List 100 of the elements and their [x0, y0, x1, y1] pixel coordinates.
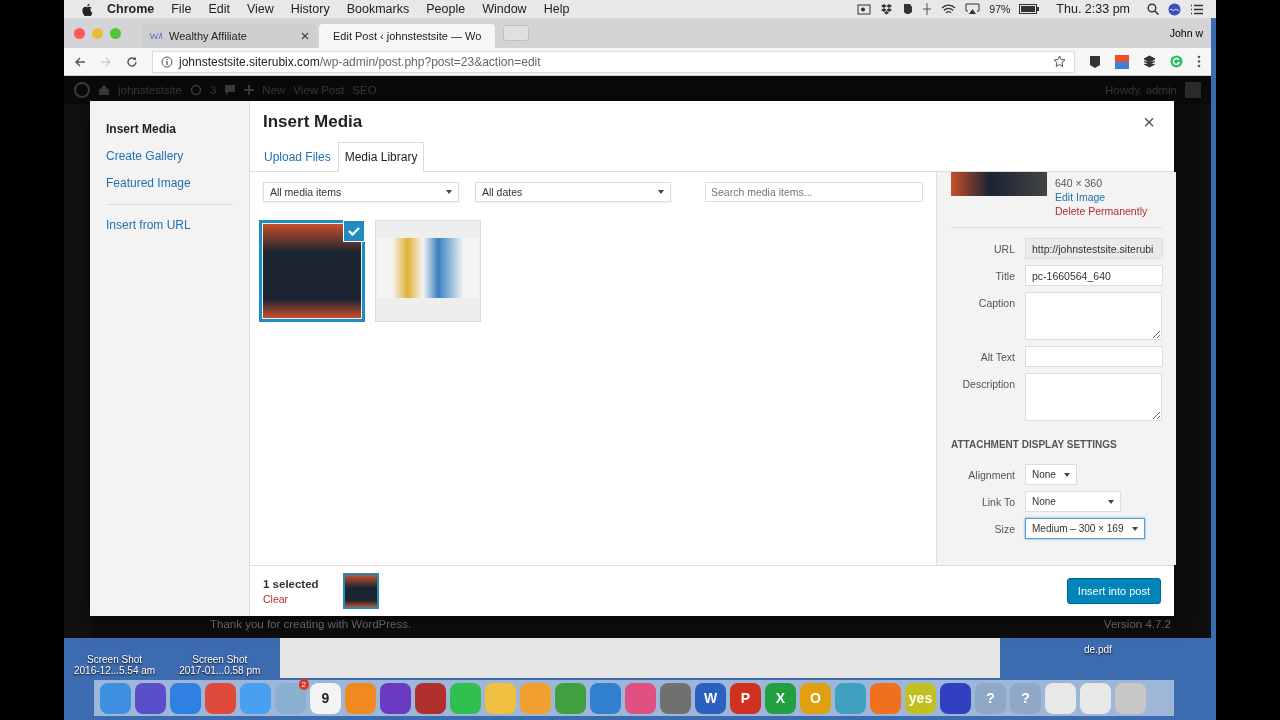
url-field[interactable]: http://johnstestsite.siterubi	[1025, 238, 1163, 259]
app-icon[interactable]	[135, 682, 166, 714]
airplay-icon[interactable]	[965, 3, 981, 15]
desktop-file-name[interactable]: Screen Shot	[192, 654, 248, 665]
clock[interactable]: Thu. 2:33 pm	[1056, 2, 1130, 16]
selected-thumbnail[interactable]	[342, 573, 379, 609]
app-icon[interactable]: P	[730, 682, 761, 714]
clear-link[interactable]: Clear	[263, 592, 319, 605]
app-icon[interactable]	[205, 682, 236, 714]
app-icon[interactable]	[590, 682, 621, 714]
setting-dropdown[interactable]: None	[1025, 491, 1121, 512]
reload-icon[interactable]	[126, 55, 138, 68]
filter-dropdown[interactable]: All dates	[475, 182, 671, 202]
new-tab-button[interactable]	[503, 25, 529, 41]
app-icon[interactable]	[940, 682, 971, 714]
battery-icon[interactable]	[1019, 4, 1040, 14]
extension-icon[interactable]	[1089, 54, 1101, 69]
back-icon[interactable]	[74, 55, 86, 68]
field-label: Alignment	[967, 468, 1015, 481]
app-icon[interactable]: W	[695, 682, 726, 714]
close-window-button[interactable]	[74, 27, 85, 39]
media-tab[interactable]: Upload Files	[257, 142, 338, 171]
list-icon[interactable]	[1190, 3, 1204, 15]
home-icon	[98, 84, 110, 96]
menu-item[interactable]: History	[290, 2, 330, 16]
refresh-icon	[189, 84, 202, 96]
address-bar[interactable]: johnstestsite.siterubix.com/wp-admin/post.php?post=23&action=edit	[152, 50, 1075, 73]
menu-item[interactable]: View	[246, 2, 274, 16]
desktop-file-detail[interactable]: 2017-01...0.58 pm	[179, 665, 261, 676]
field-label: Caption	[977, 296, 1015, 309]
section-heading: ATTACHMENT DISPLAY SETTINGS	[951, 439, 1118, 450]
siri-icon[interactable]	[1168, 2, 1181, 16]
profile-name[interactable]: John w	[1169, 27, 1203, 39]
image-dimensions: 640 × 360	[1055, 177, 1103, 189]
bookmark-star-icon[interactable]	[1053, 55, 1066, 68]
media-thumbnail[interactable]	[375, 220, 481, 322]
apple-logo-icon[interactable]	[82, 2, 93, 16]
app-icon[interactable]	[625, 682, 656, 714]
menu-item[interactable]: Bookmarks	[346, 2, 410, 16]
app-icon[interactable]: 2	[275, 682, 306, 714]
plus-icon	[244, 85, 255, 95]
media-tab[interactable]: Media Library	[337, 142, 425, 172]
close-button[interactable]: ×	[1137, 110, 1161, 134]
more-vertical-icon[interactable]	[1197, 55, 1201, 68]
media-menu-item[interactable]: Insert Media	[106, 115, 233, 142]
close-icon[interactable]	[301, 32, 309, 40]
app-icon[interactable]: 9	[310, 682, 341, 714]
app-icon[interactable]	[380, 682, 411, 714]
browser-tab[interactable]: Wealthy Affiliate	[141, 24, 317, 48]
app-icon[interactable]	[660, 682, 691, 714]
app-icon[interactable]	[1045, 682, 1076, 714]
setting-dropdown[interactable]: None	[1025, 464, 1077, 485]
selection-count: 1 selected	[263, 577, 319, 590]
setting-dropdown[interactable]: Medium – 300 × 169	[1025, 518, 1145, 539]
battery-percent: 97%	[989, 3, 1011, 15]
checkmark-icon[interactable]	[343, 220, 365, 242]
menu-item[interactable]: People	[426, 2, 466, 16]
filter-dropdown[interactable]: All media items	[263, 182, 459, 202]
menu-item[interactable]: Help	[543, 2, 570, 16]
desktop-file-name[interactable]: de.pdf	[1084, 644, 1112, 655]
search-icon[interactable]	[1147, 3, 1159, 15]
media-menu-item[interactable]: Create Gallery	[106, 142, 233, 169]
field-label: Alt Text	[979, 350, 1015, 363]
media-menu-item[interactable]: Featured Image	[106, 169, 233, 196]
edit-image-link[interactable]: Edit Image	[1055, 191, 1148, 203]
menu-item[interactable]: File	[171, 2, 192, 16]
app-icon[interactable]	[1080, 682, 1111, 714]
layers-icon[interactable]	[1143, 55, 1156, 68]
desktop-file-detail[interactable]: 2016-12...5.54 am	[74, 665, 156, 676]
forward-icon[interactable]	[100, 55, 112, 68]
comment-icon[interactable]	[224, 84, 237, 96]
menu-item[interactable]: Edit	[208, 2, 230, 16]
browser-tab[interactable]: Edit Post ‹ johnstestsite — Wo	[319, 24, 495, 48]
app-icon[interactable]	[100, 682, 131, 714]
app-icon[interactable]: X	[765, 682, 796, 714]
insert-into-post-button[interactable]: Insert into post	[1066, 578, 1161, 604]
media-menu-item[interactable]: Insert from URL	[106, 211, 233, 238]
input-field[interactable]: pc-1660564_640	[1025, 265, 1163, 286]
zoom-window-button[interactable]	[110, 27, 121, 39]
field-label: Description	[961, 377, 1015, 390]
calendar-extension-icon[interactable]	[1115, 54, 1129, 69]
menu-app-name[interactable]: Chrome	[107, 2, 155, 16]
desktop-file-name[interactable]: Screen Shot	[87, 654, 143, 665]
wifi-icon[interactable]	[941, 3, 957, 15]
field-label: Size	[993, 522, 1015, 535]
camera-icon[interactable]	[857, 3, 872, 15]
app-icon[interactable]	[170, 682, 201, 714]
grammar-extension-icon[interactable]	[1170, 55, 1183, 68]
app-icon[interactable]	[555, 682, 586, 714]
wa-logo-icon	[149, 32, 163, 40]
app-icon[interactable]	[415, 682, 446, 714]
search-field[interactable]: Search media items...	[705, 182, 923, 202]
input-field[interactable]	[1025, 346, 1163, 367]
dialog-title: Insert Media	[263, 112, 363, 132]
footer-credit: Thank you for creating with WordPress.	[210, 618, 412, 630]
text-area[interactable]	[1025, 292, 1162, 340]
menu-item[interactable]: Window	[482, 2, 527, 16]
delete-permanently-link[interactable]: Delete Permanently	[1055, 205, 1148, 217]
wordpress-logo-icon[interactable]	[74, 82, 90, 98]
text-area[interactable]	[1025, 373, 1162, 421]
